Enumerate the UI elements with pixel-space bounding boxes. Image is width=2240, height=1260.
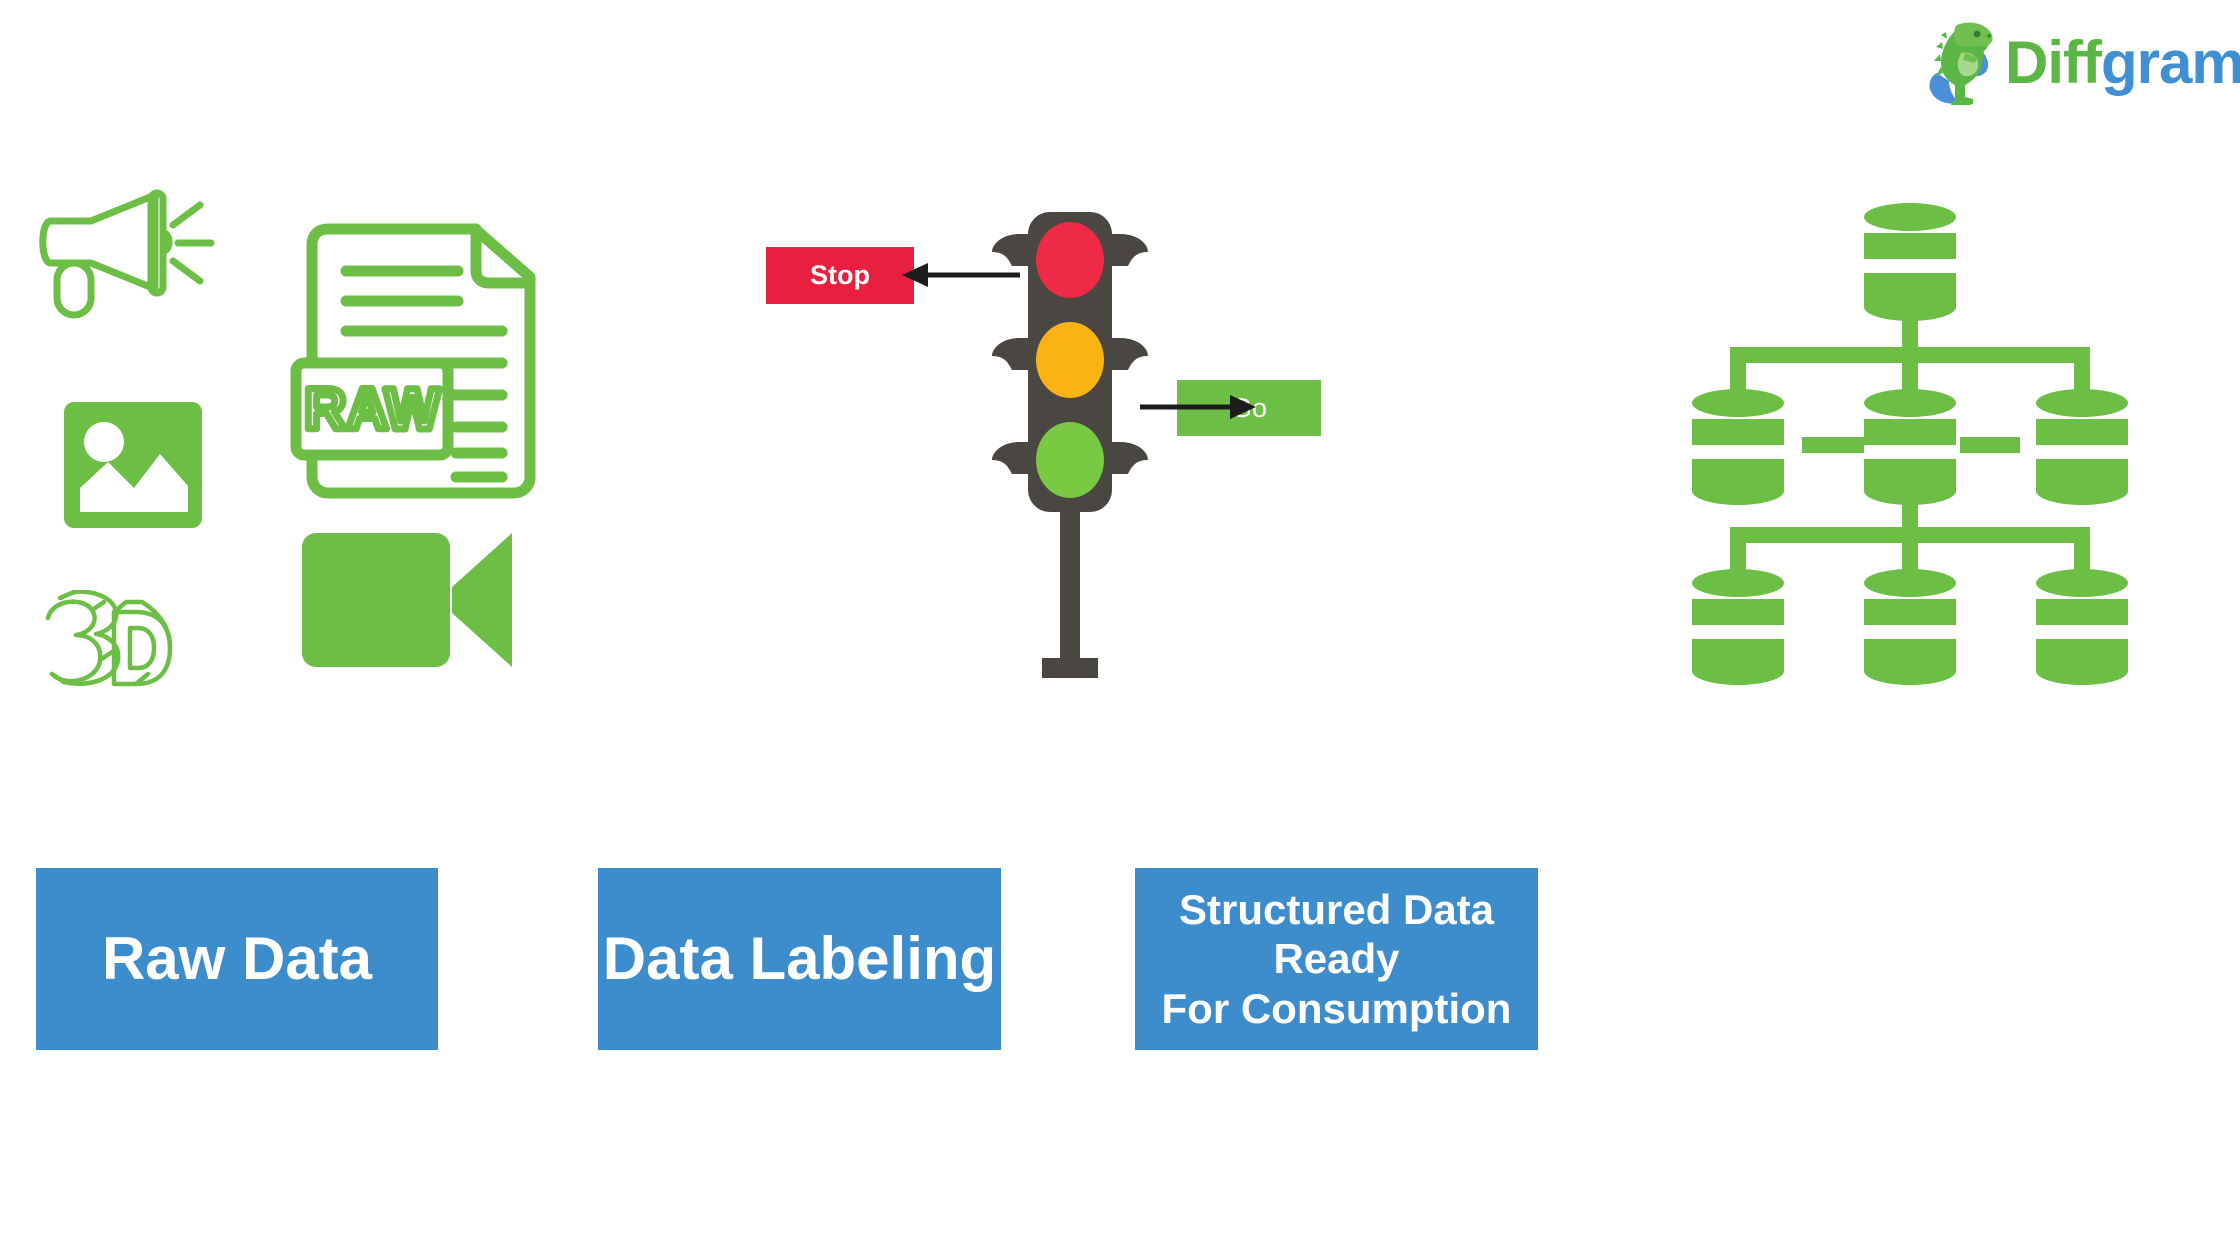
video-camera-icon [302, 533, 512, 667]
banner-data-labeling[interactable]: Data Labeling [598, 868, 1001, 1050]
banner-raw-data-label: Raw Data [101, 924, 373, 992]
stop-annotation-label: Stop [810, 260, 870, 290]
green-light [1036, 422, 1104, 498]
banner-raw-data[interactable]: Raw Data [36, 868, 438, 1050]
image-icon [64, 402, 202, 528]
red-light [1036, 222, 1104, 298]
go-arrow-icon [1140, 395, 1256, 419]
banner-structured-line-2: For Consumption [1161, 984, 1512, 1032]
database-node-mid-right [2036, 389, 2128, 505]
brand-wordmark: Diffgram [2005, 33, 2240, 93]
brand-name-part-1: Diff [2005, 29, 2102, 96]
diffgram-logo[interactable]: Diffgram [1925, 18, 2240, 108]
database-node-bottom-center [1864, 569, 1956, 685]
database-node-mid-left [1692, 389, 1784, 505]
3d-icon [45, 590, 173, 687]
banner-structured-data-label: Structured Data Ready For Consumption [1135, 885, 1538, 1034]
slide-canvas: Diffgram RAW Stop Raw Data Data Labeling… [0, 0, 2240, 1260]
amber-light [1036, 322, 1104, 398]
megaphone-icon [39, 189, 215, 319]
brand-name-part-2: gram [2100, 29, 2240, 96]
raw-badge-label: RAW [304, 377, 440, 442]
database-node-bottom-right [2036, 569, 2128, 685]
traffic-light-icon [992, 212, 1148, 678]
banner-data-labeling-label: Data Labeling [602, 924, 997, 992]
stop-annotation-box[interactable]: Stop [766, 247, 914, 304]
database-node-bottom-left [1692, 569, 1784, 685]
raw-document-icon: RAW [290, 223, 536, 499]
database-node-root [1864, 203, 1956, 321]
banner-structured-data[interactable]: Structured Data Ready For Consumption [1135, 868, 1538, 1050]
data-labeling-scene: Stop Go [700, 150, 1500, 710]
database-node-mid-center [1864, 389, 1956, 505]
raw-data-icon-cluster: RAW [30, 185, 590, 705]
banner-structured-line-1: Structured Data Ready [1178, 885, 1495, 983]
database-tree-icon [1692, 203, 2128, 685]
dinosaur-icon [1929, 22, 1993, 105]
